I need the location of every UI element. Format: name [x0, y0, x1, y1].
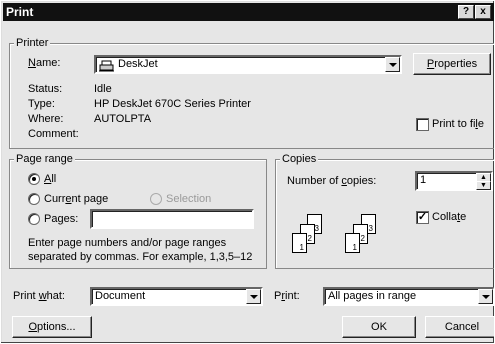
page-range-legend: Page range: [14, 153, 75, 165]
title-bar[interactable]: Print ? x: [3, 3, 494, 21]
copies-input[interactable]: 1 ▲ ▼: [415, 171, 493, 191]
spin-down-icon[interactable]: ▼: [476, 181, 491, 190]
print-select[interactable]: All pages in range: [323, 287, 494, 306]
cancel-button[interactable]: Cancel: [425, 316, 494, 338]
print-value: All pages in range: [328, 290, 417, 302]
all-label: All: [44, 173, 57, 185]
copies-legend: Copies: [280, 153, 319, 165]
where-value: AUTOLPTA: [94, 113, 152, 125]
pages-label: Pages:: [44, 213, 79, 225]
all-radio[interactable]: [28, 173, 40, 185]
comment-label: Comment:: [28, 128, 79, 140]
page-sheet: 1: [292, 233, 307, 253]
current-page-radio[interactable]: [28, 193, 40, 205]
page-sheet: 1: [345, 233, 360, 253]
printer-name-value: DeskJet: [118, 58, 158, 70]
options-button[interactable]: Options...: [12, 316, 92, 338]
where-label: Where:: [28, 113, 64, 125]
pages-radio[interactable]: [28, 213, 40, 225]
page-range-help-line-1: Enter page numbers and/or page ranges: [28, 237, 227, 249]
print-label: Print:: [274, 290, 300, 302]
pages-input[interactable]: [90, 209, 254, 229]
number-of-copies-label: Number of copies:: [287, 175, 377, 187]
current-page-label: Current page: [44, 193, 109, 205]
status-label: Status:: [28, 83, 63, 95]
print-to-file-label: Print to file: [432, 118, 484, 130]
selection-radio[interactable]: [150, 193, 162, 205]
page-range-help-line-2: separated by commas. For example, 1,3,5–…: [28, 251, 253, 263]
type-value: HP DeskJet 670C Series Printer: [94, 98, 251, 110]
printer-name-select[interactable]: DeskJet: [94, 55, 402, 74]
collate-label: Collate: [432, 211, 467, 223]
print-what-label: Print what:: [13, 290, 65, 302]
printer-legend: Printer: [14, 37, 51, 49]
selection-label: Selection: [166, 193, 212, 205]
chevron-down-icon[interactable]: [385, 57, 400, 72]
copies-value: 1: [420, 174, 427, 186]
print-to-file-checkbox[interactable]: [416, 118, 429, 131]
printer-icon: [99, 60, 114, 72]
collate-checkbox[interactable]: ✓: [416, 211, 429, 224]
chevron-down-icon[interactable]: [478, 289, 493, 304]
close-icon[interactable]: x: [475, 5, 491, 19]
help-icon[interactable]: ?: [458, 5, 474, 19]
name-label: Name:: [28, 57, 61, 69]
status-value: Idle: [94, 83, 112, 95]
ok-button[interactable]: OK: [342, 316, 416, 338]
print-what-value: Document: [95, 290, 146, 302]
type-label: Type:: [28, 98, 55, 110]
window-title: Print: [6, 5, 34, 19]
print-what-select[interactable]: Document: [90, 287, 263, 306]
properties-button[interactable]: Properties: [413, 53, 491, 75]
print-dialog: Print ? x Printer Name: DeskJet Properti…: [0, 0, 495, 344]
chevron-down-icon[interactable]: [246, 289, 261, 304]
